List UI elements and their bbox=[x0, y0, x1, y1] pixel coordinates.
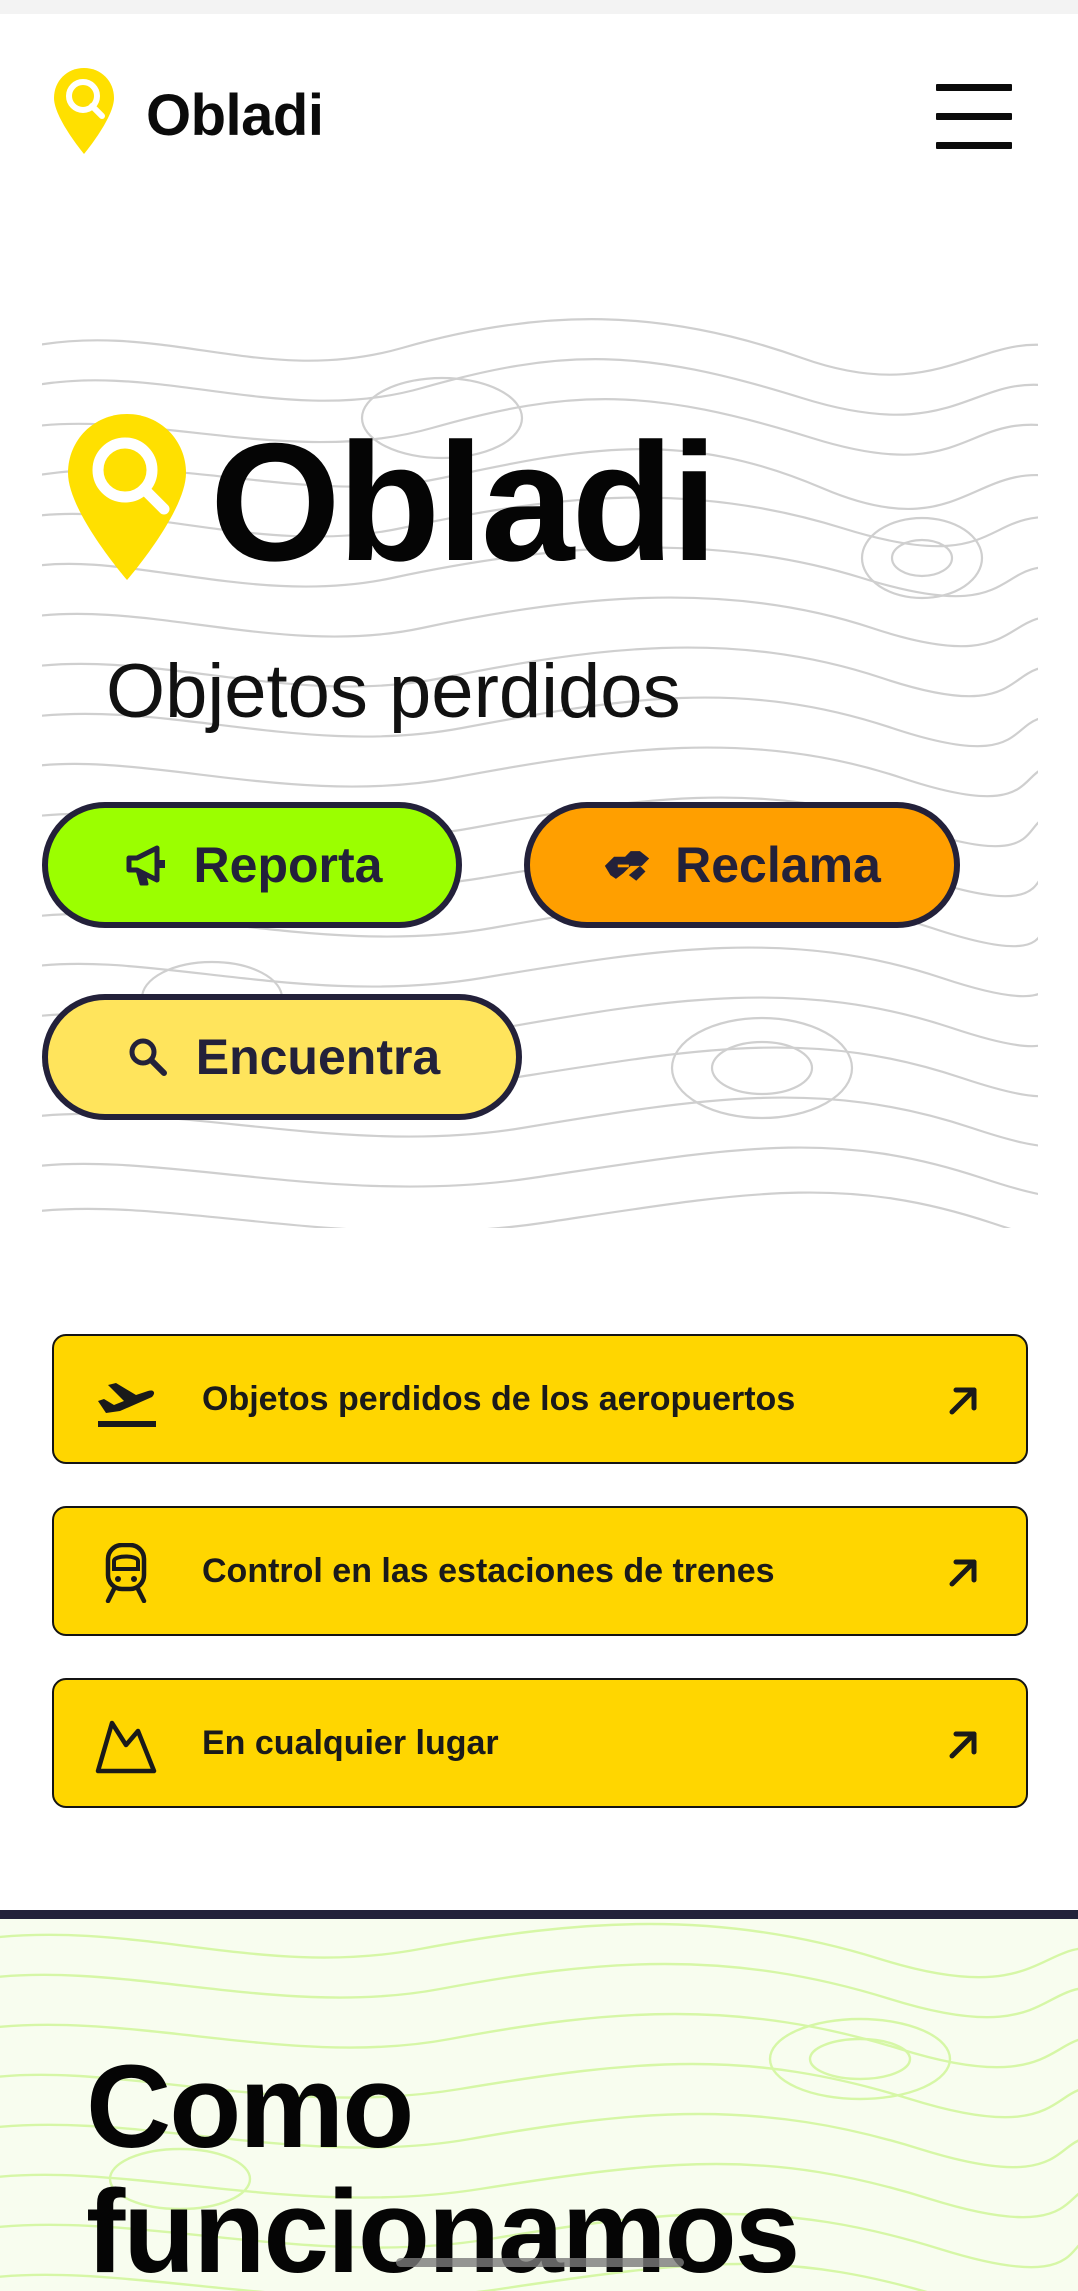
reclama-button[interactable]: Reclama bbox=[524, 802, 960, 928]
mountain-icon bbox=[95, 1720, 157, 1774]
airport-link-label: Objetos perdidos de los aeropuertos bbox=[202, 1379, 796, 1418]
location-pin-search-icon[interactable] bbox=[52, 66, 116, 156]
page: Obladi Obladi Objetos perdidos Reporta R… bbox=[0, 0, 1078, 2291]
airport-link-card[interactable]: Objetos perdidos de los aeropuertos bbox=[52, 1334, 1028, 1464]
how-we-work-title: Como funcionamos bbox=[86, 2041, 800, 2291]
how-we-work-section: Como funcionamos bbox=[0, 1910, 1078, 2291]
hamburger-menu-icon[interactable] bbox=[934, 78, 1014, 154]
anywhere-link-label: En cualquier lugar bbox=[202, 1723, 499, 1762]
megaphone-icon bbox=[122, 841, 170, 889]
location-pin-search-icon bbox=[68, 414, 186, 580]
anywhere-link-card[interactable]: En cualquier lugar bbox=[52, 1678, 1028, 1808]
encuentra-button[interactable]: Encuentra bbox=[42, 994, 522, 1120]
how-title-line-2: funcionamos bbox=[86, 2166, 800, 2291]
hero-title: Obladi bbox=[210, 408, 718, 596]
brand-name[interactable]: Obladi bbox=[146, 82, 324, 149]
hero-subtitle: Objetos perdidos bbox=[106, 649, 681, 734]
search-icon bbox=[124, 1033, 172, 1081]
site-header: Obladi bbox=[0, 14, 1078, 204]
reporta-button[interactable]: Reporta bbox=[42, 802, 462, 928]
reporta-label: Reporta bbox=[193, 837, 383, 893]
train-icon bbox=[105, 1543, 147, 1603]
plane-departure-icon bbox=[98, 1383, 156, 1427]
reclama-label: Reclama bbox=[675, 837, 881, 893]
status-bar bbox=[0, 0, 1078, 14]
encuentra-label: Encuentra bbox=[195, 1029, 441, 1085]
train-link-label: Control en las estaciones de trenes bbox=[202, 1551, 775, 1590]
handshake-icon bbox=[603, 841, 651, 889]
arrow-up-right-icon bbox=[949, 1559, 977, 1587]
arrow-up-right-icon bbox=[949, 1731, 977, 1759]
home-indicator[interactable] bbox=[396, 2258, 684, 2267]
how-title-line-1: Como bbox=[86, 2041, 414, 2173]
train-link-card[interactable]: Control en las estaciones de trenes bbox=[52, 1506, 1028, 1636]
hero-section: Obladi Objetos perdidos Reporta Reclama … bbox=[42, 308, 1038, 1228]
arrow-up-right-icon bbox=[949, 1387, 977, 1415]
